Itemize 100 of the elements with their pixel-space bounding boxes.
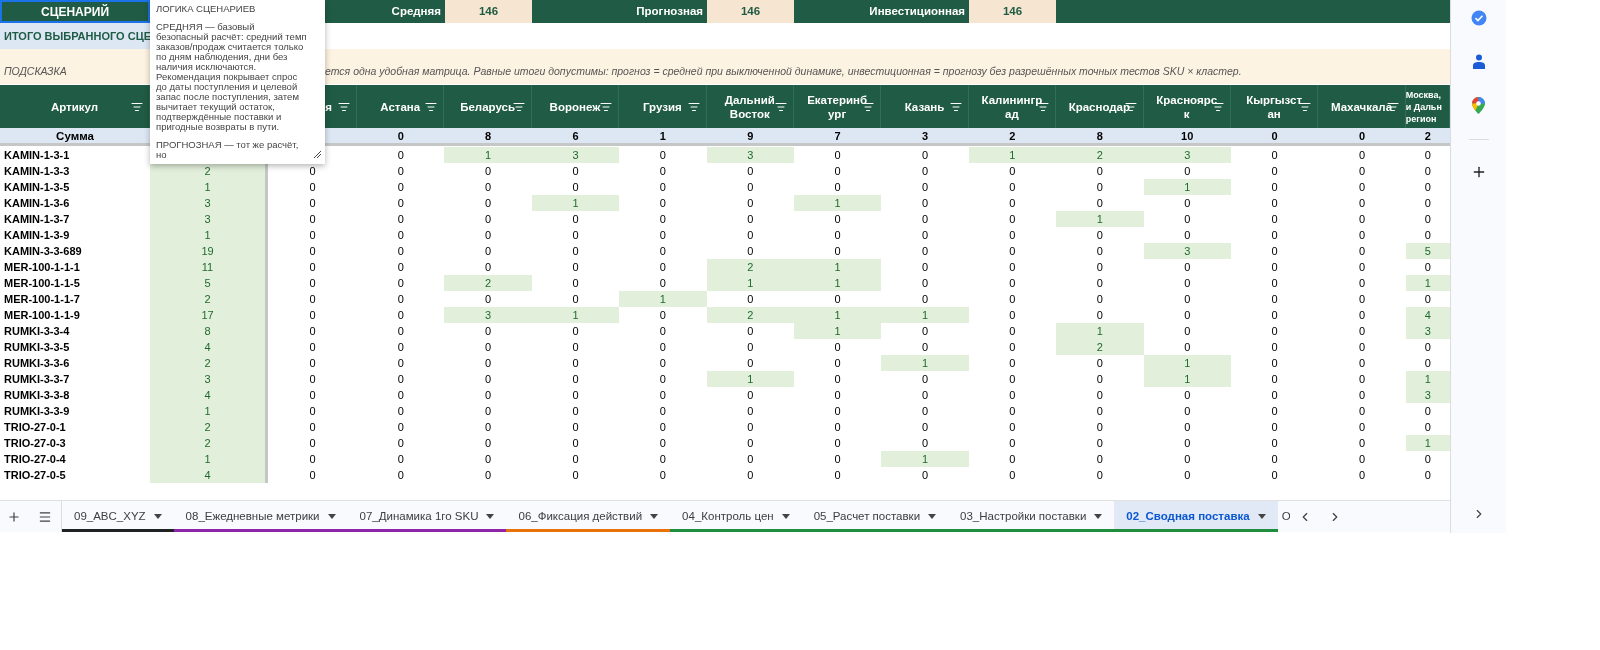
table-cell: 2 (444, 275, 532, 291)
scenario-label: Инвестиционная (869, 3, 965, 19)
caret-icon (1094, 514, 1103, 519)
column-header[interactable]: Воронеж (531, 85, 620, 128)
filter-icon[interactable] (600, 100, 613, 113)
table-cell: 1 (444, 147, 532, 163)
sheet-tab[interactable]: 05_Расчет поставки (801, 501, 949, 532)
filter-icon[interactable] (774, 100, 787, 113)
sheet-tab[interactable]: 02_Сводная поставка (1114, 501, 1278, 532)
scenario-value: 146 (445, 0, 532, 23)
column-header[interactable]: Екатеринбург (793, 85, 882, 128)
sum-value: 6 (572, 129, 579, 145)
sum-value: 3 (921, 129, 929, 145)
menu-icon[interactable] (37, 509, 52, 524)
column-header[interactable]: Москва, и Дальн регион (1405, 85, 1450, 128)
sku-cell-text: KAMIN-1-3-9 (3, 227, 71, 243)
tasks-icon[interactable] (1470, 10, 1487, 26)
total-value: 4 (204, 341, 211, 353)
table-cell: 2 (706, 259, 794, 275)
sum-value: 2 (1424, 129, 1431, 145)
hint-text: ется одна удобная матрица. Равные итоги допустимы: прогноз = средней при выключенной динамике, инвестиционная = прогнозу без разрешённых точных тестов SKU × кластер. (325, 64, 1242, 80)
table-cell: 5 (1405, 243, 1450, 259)
sku-cell-text: TRIO-27-0-3 (3, 435, 67, 451)
sum-value: 8 (1096, 129, 1103, 145)
filter-icon[interactable] (131, 100, 143, 113)
table-cell: 2 (1056, 147, 1144, 163)
table-cell: 3 (1405, 387, 1450, 403)
sum-label: Сумма (55, 129, 95, 144)
sheet-tab[interactable]: О (1277, 501, 1290, 532)
scenario-value: 146 (707, 0, 794, 23)
caret-icon (1257, 514, 1266, 519)
table-cell: 1 (793, 195, 882, 211)
sheet-tab[interactable]: 09_ABC_XYZ (62, 501, 174, 532)
column-header[interactable]: Астана (357, 85, 445, 128)
resize-icon[interactable] (314, 151, 321, 158)
total-value: 3 (204, 213, 211, 225)
column-header[interactable]: Беларусь (444, 85, 532, 128)
total-value: 2 (204, 293, 211, 305)
column-header[interactable]: Калининград (968, 85, 1057, 128)
contacts-icon[interactable] (1472, 54, 1485, 69)
total-value: 11 (201, 261, 214, 273)
column-header[interactable]: Грузия (619, 85, 707, 128)
add-sheet-icon[interactable] (7, 509, 21, 524)
sku-cell-text: MER-100-1-1-5 (3, 275, 81, 291)
sheet-tab[interactable]: 03_Настройки поставки (948, 501, 1115, 532)
sheet-tab[interactable]: 04_Контроль цен (670, 501, 802, 532)
total-value: 4 (204, 469, 211, 481)
total-value: 1 (204, 453, 211, 465)
table-cell: 1 (619, 291, 707, 307)
table-cell: 1 (531, 307, 620, 323)
hint-label: ПОДСКАЗКА (4, 65, 67, 78)
sheet-tab[interactable]: 08_Ежедневные метрики (173, 501, 348, 532)
table-cell: 2 (1056, 339, 1144, 355)
sheet-tab[interactable]: 06_Фиксация действий (506, 501, 671, 532)
column-header[interactable]: Артикул (0, 85, 150, 128)
table-cell: 3 (1143, 243, 1231, 259)
sheet-tab[interactable]: 07_Динамика 1го SKU (347, 501, 507, 532)
scenario-title[interactable]: СЦЕНАРИЙ (0, 0, 150, 23)
column-header[interactable]: Дальний Восток (706, 85, 794, 128)
total-value: 19 (201, 245, 214, 257)
filter-icon[interactable] (425, 100, 438, 113)
filter-icon[interactable] (687, 100, 700, 113)
sku-cell-text: TRIO-27-0-1 (3, 419, 67, 435)
table-cell: 1 (1143, 355, 1231, 371)
total-value: 2 (204, 165, 211, 177)
table-cell: 1 (1405, 275, 1450, 291)
map-pin-icon[interactable] (1472, 97, 1485, 114)
column-header[interactable]: Краснодар (1056, 85, 1144, 128)
table-cell: 1 (1405, 371, 1450, 387)
table-cell: 1 (793, 275, 882, 291)
sum-value: 7 (834, 129, 841, 145)
sku-cell-text: MER-100-1-1-1 (3, 259, 81, 275)
table-cell: 1 (706, 371, 794, 387)
sku-cell-text: RUMKI-3-3-7 (3, 371, 71, 387)
total-value: 2 (204, 421, 211, 433)
column-header[interactable]: Казань (881, 85, 969, 128)
sku-cell-text: TRIO-27-0-4 (3, 451, 67, 467)
sku-cell-text: KAMIN-1-3-1 (3, 147, 71, 163)
table-cell: 1 (881, 307, 969, 323)
table-cell: 3 (1143, 147, 1231, 163)
sku-cell-text: KAMIN-1-3-5 (3, 179, 71, 195)
column-header[interactable]: Кыргызстан (1230, 85, 1319, 128)
table-cell: 1 (968, 147, 1057, 163)
column-header[interactable]: Махачкала (1318, 85, 1406, 128)
table-cell: 1 (1143, 179, 1231, 195)
summary-label: ИТОГО ВЫБРАННОГО СЦЕ (0, 23, 150, 49)
total-value: 3 (204, 373, 211, 385)
sum-value: 2 (1009, 129, 1016, 145)
column-header[interactable]: Красноярск (1143, 85, 1231, 128)
total-value: 3 (204, 197, 211, 209)
filter-icon[interactable] (338, 100, 350, 113)
sku-cell-text: KAMIN-3-3-689 (3, 243, 83, 259)
table-cell: 1 (1405, 435, 1450, 451)
table-cell: 4 (1405, 307, 1450, 323)
caret-icon (928, 514, 937, 519)
filter-icon[interactable] (949, 100, 962, 113)
caret-icon (650, 514, 659, 519)
total-value: 8 (204, 325, 211, 337)
caret-icon (486, 514, 495, 519)
sku-cell-text: TRIO-27-0-5 (3, 467, 67, 483)
